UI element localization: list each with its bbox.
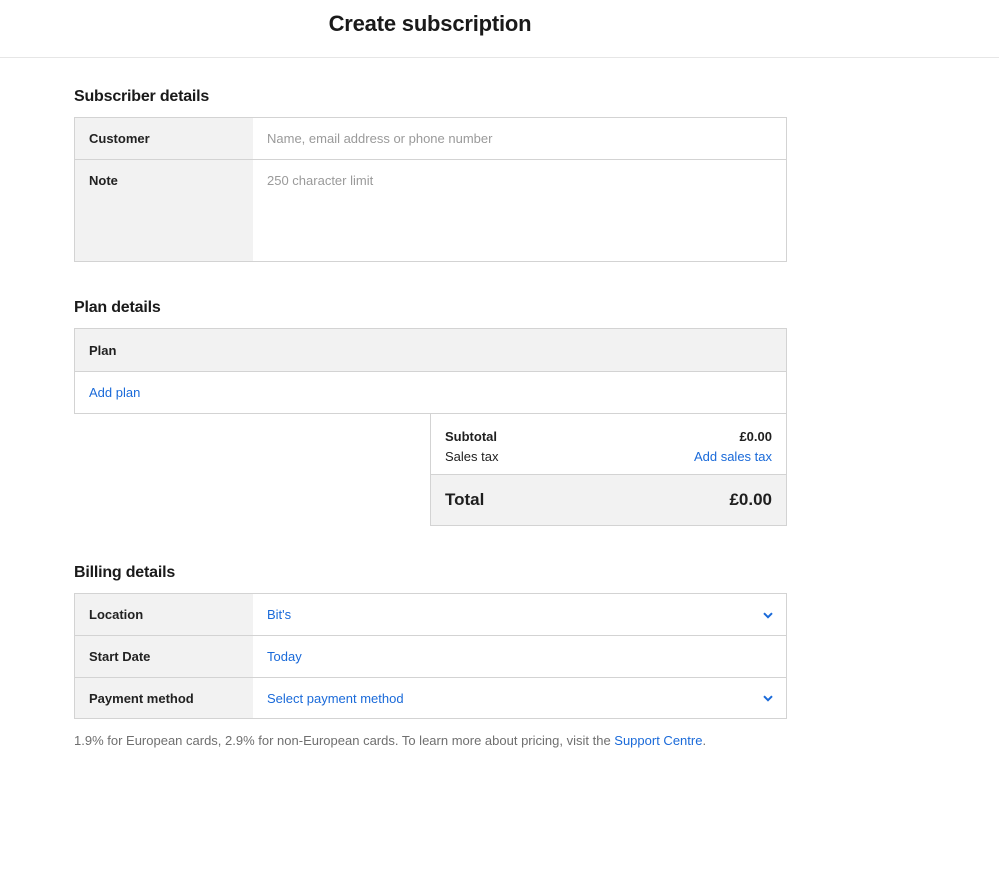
location-row: Location Bit's	[75, 594, 786, 636]
customer-row: Customer Name, email address or phone nu…	[75, 118, 786, 160]
support-centre-link[interactable]: Support Centre	[614, 733, 702, 748]
billing-details-box: Location Bit's Start Date Today Payment …	[74, 593, 787, 719]
pricing-footnote: 1.9% for European cards, 2.9% for non-Eu…	[74, 733, 706, 748]
chevron-down-icon	[763, 611, 773, 619]
payment-method-value: Select payment method	[267, 690, 404, 706]
location-label: Location	[75, 594, 253, 635]
location-select[interactable]: Bit's	[253, 594, 786, 635]
start-date-label: Start Date	[75, 636, 253, 677]
totals-panel: Subtotal £0.00 Sales tax Add sales tax T…	[430, 413, 787, 526]
payment-method-label: Payment method	[75, 678, 253, 718]
note-label: Note	[75, 160, 253, 261]
sales-tax-row: Sales tax Add sales tax	[431, 446, 786, 474]
note-row: Note 250 character limit	[75, 160, 786, 261]
plan-details-box: Plan Add plan	[74, 328, 787, 414]
customer-input[interactable]: Name, email address or phone number	[253, 118, 786, 159]
add-plan-link[interactable]: Add plan	[89, 385, 140, 400]
subtotal-label: Subtotal	[445, 428, 497, 444]
total-value: £0.00	[729, 490, 772, 509]
plan-header: Plan	[75, 329, 786, 372]
add-sales-tax-link[interactable]: Add sales tax	[694, 449, 772, 464]
payment-method-row: Payment method Select payment method	[75, 678, 786, 718]
add-plan-row: Add plan	[75, 372, 786, 413]
subscriber-details-box: Customer Name, email address or phone nu…	[74, 117, 787, 262]
billing-details-title: Billing details	[74, 564, 176, 581]
subscriber-details-title: Subscriber details	[74, 88, 210, 105]
start-date-field[interactable]: Today	[253, 636, 786, 677]
footnote-end: .	[702, 733, 707, 748]
subtotal-value: £0.00	[739, 428, 772, 444]
start-date-value: Today	[267, 649, 302, 664]
page-title: Create subscription	[328, 11, 532, 36]
total-label: Total	[445, 490, 485, 509]
start-date-row: Start Date Today	[75, 636, 786, 678]
note-placeholder: 250 character limit	[267, 173, 374, 188]
location-value: Bit's	[267, 607, 292, 622]
plan-details-title: Plan details	[74, 299, 161, 316]
note-textarea[interactable]: 250 character limit	[253, 160, 786, 261]
customer-placeholder: Name, email address or phone number	[267, 131, 493, 146]
top-bar: Create subscription	[0, 0, 999, 58]
customer-label: Customer	[75, 118, 253, 159]
chevron-down-icon	[763, 695, 773, 702]
subtotal-row: Subtotal £0.00	[431, 413, 786, 446]
footnote-text: 1.9% for European cards, 2.9% for non-Eu…	[74, 733, 615, 748]
payment-method-select[interactable]: Select payment method	[253, 678, 786, 718]
total-row: Total £0.00	[431, 474, 786, 525]
sales-tax-label: Sales tax	[445, 449, 499, 464]
